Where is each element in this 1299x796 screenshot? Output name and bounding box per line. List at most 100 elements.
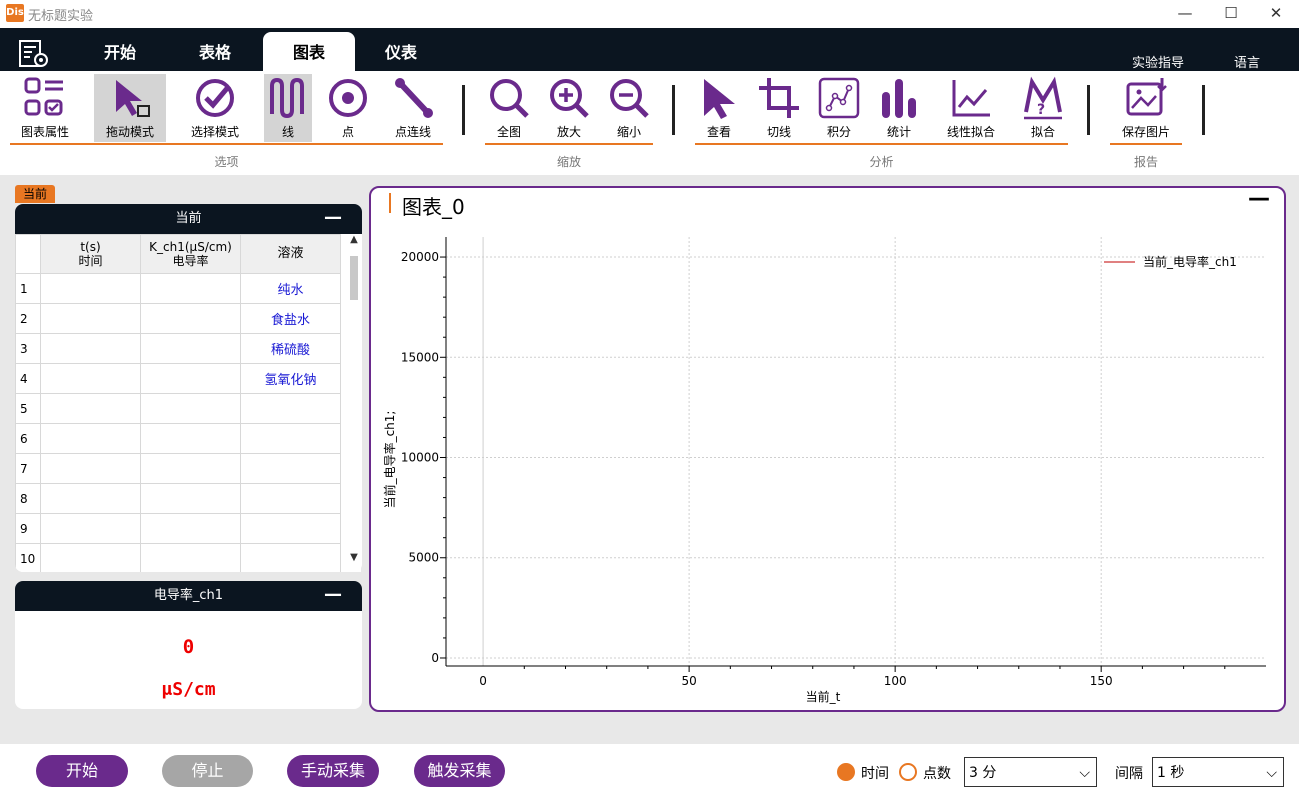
tool-zoom-in[interactable]: 放大 [544, 74, 594, 142]
group-underline [485, 143, 653, 145]
time-cell[interactable] [40, 393, 141, 424]
tab-table[interactable]: 表格 [170, 32, 260, 71]
tool-zoom-out[interactable]: 缩小 [604, 74, 654, 142]
trigger-collect-button[interactable]: 触发采集 [414, 755, 505, 787]
tool-fit-all[interactable]: 全图 [484, 74, 534, 142]
conductivity-cell[interactable] [140, 303, 241, 334]
solution-cell[interactable] [240, 543, 341, 572]
minimize-meter-button[interactable]: — [324, 581, 342, 610]
solution-cell[interactable] [240, 513, 341, 544]
crop-icon [759, 78, 799, 118]
interval-label: 间隔 [1115, 766, 1143, 782]
column-header-solution[interactable]: 溶液 [240, 234, 341, 274]
tab-start[interactable]: 开始 [75, 32, 165, 71]
duration-select[interactable]: 3 分 ⌵ [964, 757, 1097, 787]
solution-cell[interactable] [240, 423, 341, 454]
tool-integral[interactable]: 积分 [814, 74, 864, 142]
row-number: 6 [15, 423, 41, 454]
scroll-down-icon[interactable]: ▼ [347, 552, 361, 563]
column-header-time[interactable]: t(s) 时间 [40, 234, 141, 274]
tool-save-image[interactable]: 保存图片 [1110, 74, 1182, 142]
window-title: 无标题实验 [28, 9, 94, 24]
table-row[interactable]: 2 食盐水 [15, 303, 341, 334]
table-row[interactable]: 9 [15, 513, 341, 544]
solution-cell[interactable] [240, 483, 341, 514]
manual-collect-button[interactable]: 手动采集 [287, 755, 379, 787]
table-row[interactable]: 8 [15, 483, 341, 514]
time-cell[interactable] [40, 273, 141, 304]
tool-point-line[interactable]: 点连线 [384, 74, 442, 142]
time-cell[interactable] [40, 483, 141, 514]
maximize-window-button[interactable]: ☐ [1208, 0, 1254, 28]
document-settings-icon[interactable] [14, 38, 54, 70]
chart-properties-icon [24, 77, 63, 116]
solution-cell[interactable]: 稀硫酸 [240, 333, 341, 364]
tool-fit[interactable]: ? 拟合 [1018, 74, 1068, 142]
tool-statistics[interactable]: 统计 [874, 74, 924, 142]
tool-select-mode[interactable]: 选择模式 [181, 74, 249, 142]
time-cell[interactable] [40, 363, 141, 394]
time-cell[interactable] [40, 453, 141, 484]
solution-cell[interactable]: 氢氧化钠 [240, 363, 341, 394]
chart-plot[interactable]: 0 50 100 150 0 5000 10000 15000 20000 当前_t 当前_电导率_… [371, 225, 1276, 705]
conductivity-cell[interactable] [140, 273, 241, 304]
radio-points[interactable] [899, 763, 917, 781]
tool-label: 保存图片 [1121, 125, 1170, 139]
time-cell[interactable] [40, 543, 141, 572]
tool-drag-mode[interactable]: 拖动模式 [94, 74, 166, 142]
tool-chart-properties[interactable]: 图表属性 [12, 74, 78, 142]
chevron-down-icon: ⌵ [1079, 765, 1090, 781]
tool-label: 切线 [766, 125, 791, 139]
scrollbar-thumb[interactable] [350, 256, 358, 300]
conductivity-cell[interactable] [140, 483, 241, 514]
tab-meter[interactable]: 仪表 [356, 32, 446, 71]
close-window-button[interactable]: ✕ [1253, 0, 1299, 28]
start-button[interactable]: 开始 [36, 755, 128, 787]
conductivity-cell[interactable] [140, 453, 241, 484]
table-row[interactable]: 1 纯水 [15, 273, 341, 304]
tab-chart[interactable]: 图表 [263, 32, 355, 71]
scroll-up-icon[interactable]: ▲ [347, 234, 361, 245]
conductivity-cell[interactable] [140, 393, 241, 424]
meter-value: 0 [182, 636, 195, 658]
table-row[interactable]: 6 [15, 423, 341, 454]
stop-button[interactable]: 停止 [162, 755, 253, 787]
column-header-conductivity[interactable]: K_ch1(μS/cm) 电导率 [140, 234, 241, 274]
table-row[interactable]: 5 [15, 393, 341, 424]
data-table-header: 当前 — [15, 204, 362, 234]
tool-line[interactable]: 线 [264, 74, 312, 142]
minimize-chart-button[interactable]: — [1248, 186, 1270, 211]
time-cell[interactable] [40, 513, 141, 544]
time-cell[interactable] [40, 423, 141, 454]
conductivity-cell[interactable] [140, 333, 241, 364]
tool-tangent[interactable]: 切线 [754, 74, 804, 142]
time-cell[interactable] [40, 303, 141, 334]
conductivity-cell[interactable] [140, 543, 241, 572]
table-row[interactable]: 3 稀硫酸 [15, 333, 341, 364]
tool-label: 全图 [496, 125, 521, 139]
solution-cell[interactable]: 食盐水 [240, 303, 341, 334]
tool-view[interactable]: 查看 [694, 74, 744, 142]
radio-time[interactable] [837, 763, 855, 781]
minimize-window-button[interactable]: — [1162, 0, 1208, 28]
time-cell[interactable] [40, 333, 141, 364]
y-tick-label: 10000 [401, 451, 439, 465]
solution-cell[interactable]: 纯水 [240, 273, 341, 304]
tool-linear-fit[interactable]: 线性拟合 [938, 74, 1004, 142]
interval-select[interactable]: 1 秒 ⌵ [1152, 757, 1284, 787]
solution-cell[interactable] [240, 393, 341, 424]
table-row[interactable]: 7 [15, 453, 341, 484]
table-row[interactable]: 4 氢氧化钠 [15, 363, 341, 394]
tool-point[interactable]: 点 [322, 74, 374, 142]
x-tick-label: 0 [479, 674, 487, 688]
minimize-table-button[interactable]: — [324, 204, 342, 233]
conductivity-cell[interactable] [140, 363, 241, 394]
language-menu[interactable]: 语言 [1234, 52, 1260, 71]
solution-cell[interactable] [240, 453, 341, 484]
x-tick-label: 100 [884, 674, 907, 688]
conductivity-cell[interactable] [140, 513, 241, 544]
conductivity-cell[interactable] [140, 423, 241, 454]
experiment-guide-link[interactable]: 实验指导 [1132, 52, 1184, 71]
table-row[interactable]: 10 [15, 543, 341, 572]
group-underline [1110, 143, 1182, 145]
